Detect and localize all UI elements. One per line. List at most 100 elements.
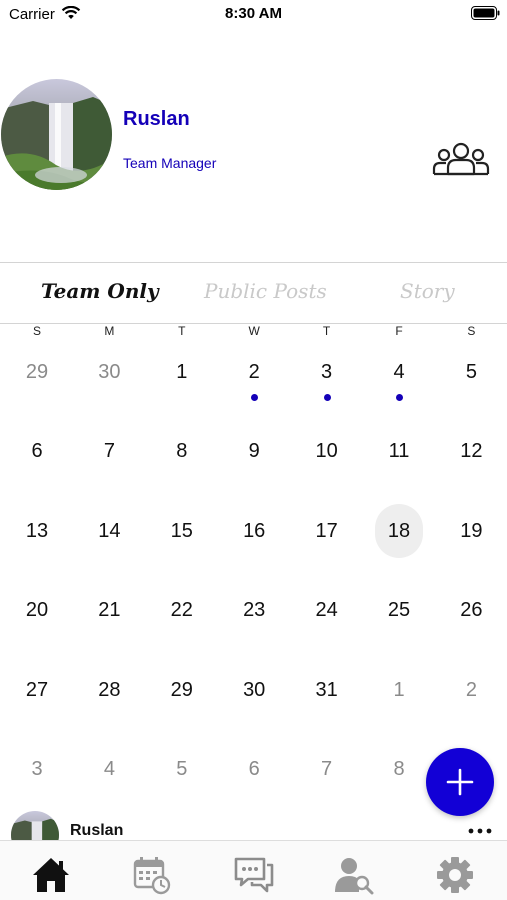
day-number: 8 — [176, 440, 188, 463]
calendar-day[interactable]: 24 — [291, 573, 363, 653]
calendar-day[interactable]: 20 — [1, 573, 73, 653]
calendar-day[interactable]: 18 — [363, 494, 435, 574]
day-number: 4 — [103, 758, 115, 780]
calendar-day[interactable]: 3 — [291, 335, 363, 415]
calendar-day[interactable]: 8 — [146, 414, 218, 494]
calendar-day[interactable]: 2 — [218, 335, 290, 415]
day-number: 29 — [170, 678, 193, 701]
plus-icon — [446, 768, 474, 796]
calendar-day[interactable]: 30 — [73, 335, 145, 415]
calendar-day[interactable]: 23 — [218, 573, 290, 653]
day-number: 21 — [98, 599, 121, 622]
calendar-day[interactable]: 15 — [146, 494, 218, 574]
calendar-day[interactable]: 9 — [218, 414, 290, 494]
status-time: 8:30 AM — [225, 5, 282, 22]
day-number: 1 — [176, 361, 188, 383]
calendar-day[interactable]: 31 — [291, 653, 363, 733]
calendar-day[interactable]: 11 — [363, 414, 435, 494]
calendar-day[interactable]: 17 — [291, 494, 363, 574]
calendar-day[interactable]: 14 — [73, 494, 145, 574]
day-number: 18 — [387, 519, 411, 542]
tab-story[interactable]: Story — [400, 279, 455, 303]
day-number: 23 — [243, 599, 266, 622]
calendar-day[interactable]: 26 — [435, 573, 507, 653]
calendar-day[interactable]: 29 — [1, 335, 73, 415]
event-dot — [396, 394, 403, 401]
calendar-day[interactable]: 21 — [73, 573, 145, 653]
day-number: 27 — [25, 678, 49, 701]
calendar-day[interactable]: 7 — [73, 414, 145, 494]
calendar-day[interactable]: 1 — [363, 653, 435, 733]
calendar-day[interactable]: 30 — [218, 653, 290, 733]
calendar-day[interactable]: 29 — [146, 653, 218, 733]
calendar-day[interactable]: 19 — [435, 494, 507, 574]
day-number: 24 — [315, 599, 338, 622]
chat-icon[interactable] — [234, 855, 274, 895]
calendar-day[interactable]: 3 — [1, 732, 73, 812]
post-preview[interactable]: Ruslan — [0, 810, 507, 840]
day-number: 5 — [176, 758, 188, 780]
calendar-day[interactable]: 13 — [1, 494, 73, 574]
calendar-day[interactable]: 7 — [291, 732, 363, 812]
gear-icon[interactable] — [435, 855, 475, 895]
calendar-day[interactable]: 1 — [146, 335, 218, 415]
day-number: 1 — [393, 678, 405, 701]
battery-icon — [471, 6, 500, 20]
calendar-day[interactable]: 4 — [73, 732, 145, 812]
calendar-day[interactable]: 16 — [218, 494, 290, 574]
status-bar: Carrier 8:30 AM — [0, 0, 507, 30]
day-number: 7 — [103, 440, 115, 463]
team-members-icon[interactable] — [432, 140, 490, 176]
day-number: 9 — [248, 440, 260, 463]
tab-team-only[interactable]: Team Only — [41, 279, 159, 303]
calendar-day[interactable]: 28 — [73, 653, 145, 733]
calendar-day[interactable]: 6 — [1, 414, 73, 494]
calendar-day[interactable]: 5 — [146, 732, 218, 812]
calendar-day[interactable]: 5 — [435, 335, 507, 415]
day-number: 30 — [243, 678, 266, 701]
day-number: 11 — [388, 440, 410, 463]
day-number: 15 — [170, 519, 193, 542]
day-number: 20 — [25, 599, 49, 622]
calendar-day[interactable]: 2 — [435, 653, 507, 733]
event-dot — [251, 394, 259, 401]
calendar-day[interactable]: 25 — [363, 573, 435, 653]
user-search-icon[interactable] — [334, 855, 374, 895]
day-number: 6 — [31, 440, 43, 463]
tab-public-posts[interactable]: Public Posts — [204, 279, 327, 303]
day-number: 7 — [321, 758, 333, 780]
calendar-day[interactable]: 4 — [363, 335, 435, 415]
post-author-avatar[interactable] — [11, 811, 59, 840]
day-number: 28 — [98, 678, 121, 701]
calendar-day[interactable]: 12 — [435, 414, 507, 494]
profile-avatar[interactable] — [1, 79, 112, 190]
day-number: 6 — [248, 758, 260, 780]
day-number: 16 — [243, 519, 266, 542]
calendar-day[interactable]: 10 — [291, 414, 363, 494]
day-number: 12 — [460, 440, 483, 463]
calendar-day[interactable]: 27 — [1, 653, 73, 733]
calendar-day[interactable]: 6 — [218, 732, 290, 812]
calendar-clock-icon[interactable] — [132, 855, 172, 895]
day-number: 30 — [98, 361, 121, 383]
day-number: 17 — [315, 519, 338, 542]
day-number: 2 — [248, 361, 260, 383]
month-calendar: S M T W T F S 29 30 1 2 3 4 5 6 7 8 9 10 11 12 13 14 15 16 17 18 19… — [0, 323, 507, 803]
add-post-button[interactable] — [426, 748, 494, 816]
day-number: 2 — [465, 678, 477, 701]
profile-name: Ruslan — [123, 108, 190, 130]
profile-header: Ruslan Team Manager — [0, 60, 507, 260]
day-number: 31 — [315, 678, 338, 701]
home-icon[interactable] — [31, 855, 71, 895]
day-number: 10 — [315, 440, 338, 463]
calendar-day[interactable]: 22 — [146, 573, 218, 653]
calendar-day[interactable]: 8 — [363, 732, 435, 812]
post-type-tabs: Team Only Public Posts Story — [0, 263, 507, 323]
day-number: 25 — [387, 599, 411, 622]
day-number: 5 — [465, 361, 477, 383]
more-options-icon[interactable] — [468, 828, 492, 834]
day-number: 29 — [25, 361, 49, 383]
post-author-name: Ruslan — [70, 822, 124, 839]
day-number: 26 — [460, 599, 483, 622]
day-number: 22 — [170, 599, 193, 622]
